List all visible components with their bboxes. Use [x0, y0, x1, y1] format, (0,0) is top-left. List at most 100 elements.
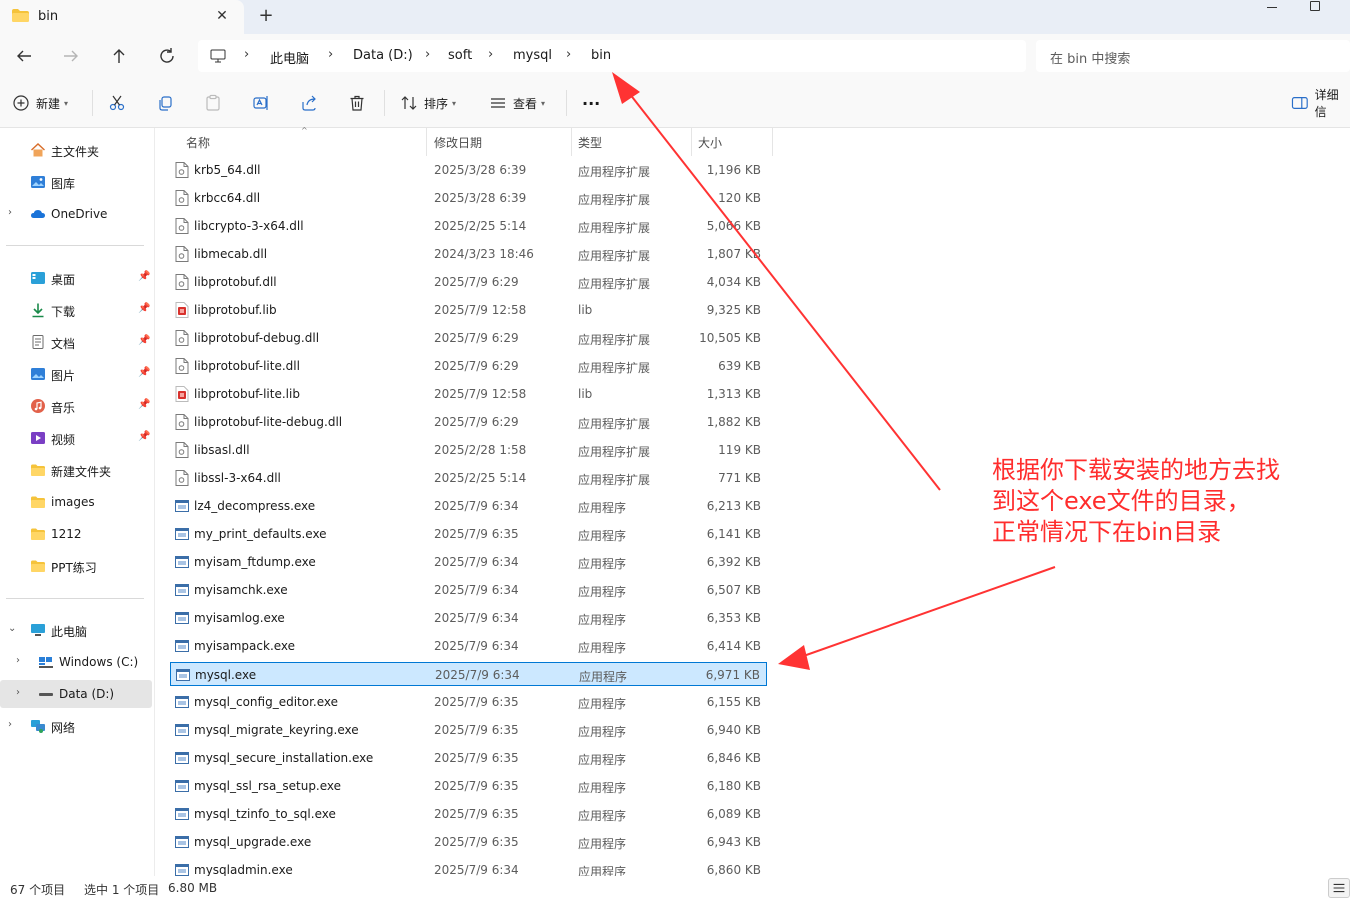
breadcrumb-mysql[interactable]: mysql	[513, 48, 552, 63]
breadcrumb-bin[interactable]: bin	[591, 48, 611, 63]
share-button[interactable]	[300, 92, 318, 114]
item-count: 67 个项目	[10, 883, 66, 897]
file-row[interactable]: libprotobuf.lib 2025/7/9 12:58 lib 9,325 KB	[170, 298, 767, 322]
file-row[interactable]: libmecab.dll 2024/3/23 18:46 应用程序扩展 1,807 K…	[170, 242, 767, 266]
column-separator[interactable]	[772, 128, 773, 156]
file-size: 6,943 KB	[706, 835, 761, 849]
column-separator[interactable]	[571, 128, 572, 156]
file-date: 2025/7/9 6:34	[434, 639, 519, 653]
file-row[interactable]: mysql_secure_installation.exe 2025/7/9 6:…	[170, 746, 767, 770]
sidebar-item-videos[interactable]: 视频 📌	[0, 424, 152, 452]
view-button[interactable]: 查看 ▾	[489, 92, 545, 114]
refresh-button[interactable]	[155, 44, 179, 68]
sidebar-item-network[interactable]: › 网络	[0, 712, 152, 740]
file-row[interactable]: krbcc64.dll 2025/3/28 6:39 应用程序扩展 120 KB	[170, 186, 767, 210]
delete-button[interactable]	[348, 92, 366, 114]
sidebar-item-new-folder[interactable]: 新建文件夹	[0, 456, 152, 484]
new-tab-button[interactable]: +	[256, 6, 276, 26]
file-row[interactable]: libsasl.dll 2025/2/28 1:58 应用程序扩展 119 KB	[170, 438, 767, 462]
sidebar-item-images[interactable]: images	[0, 488, 152, 516]
file-row[interactable]: mysql.exe 2025/7/9 6:34 应用程序 6,971 KB	[170, 662, 767, 686]
minimize-button[interactable]	[1262, 0, 1282, 14]
breadcrumb-soft[interactable]: soft	[448, 48, 472, 63]
up-button[interactable]	[107, 44, 131, 68]
file-row[interactable]: krb5_64.dll 2025/3/28 6:39 应用程序扩展 1,196 KB	[170, 158, 767, 182]
details-pane-button[interactable]: 详细信	[1291, 88, 1350, 119]
column-separator[interactable]	[691, 128, 692, 156]
copy-button[interactable]	[156, 92, 174, 114]
tab-title: bin	[38, 9, 59, 24]
sidebar-item-documents[interactable]: 文档 📌	[0, 328, 152, 356]
search-box[interactable]: 在 bin 中搜索	[1036, 40, 1350, 72]
file-row[interactable]: my_print_defaults.exe 2025/7/9 6:35 应用程序 6,…	[170, 522, 767, 546]
column-header-type[interactable]: 类型	[578, 134, 602, 151]
chevron-right-icon[interactable]: ›	[16, 655, 26, 666]
file-row[interactable]: libprotobuf-lite.dll 2025/7/9 6:29 应用程序扩展 6…	[170, 354, 767, 378]
more-button[interactable]: ···	[582, 92, 600, 114]
search-input[interactable]: 在 bin 中搜索	[1050, 48, 1130, 67]
sidebar-item-home[interactable]: 主文件夹	[0, 136, 152, 164]
paste-button[interactable]	[204, 92, 222, 114]
cut-button[interactable]	[108, 92, 126, 114]
chevron-right-icon[interactable]: ›	[8, 207, 18, 218]
forward-button[interactable]	[59, 44, 83, 68]
file-row[interactable]: myisamchk.exe 2025/7/9 6:34 应用程序 6,507 KB	[170, 578, 767, 602]
file-row[interactable]: myisam_ftdump.exe 2025/7/9 6:34 应用程序 6,392 …	[170, 550, 767, 574]
sidebar-item-1212[interactable]: 1212	[0, 520, 152, 548]
sort-button[interactable]: 排序 ▾	[400, 92, 456, 114]
file-row[interactable]: mysql_upgrade.exe 2025/7/9 6:35 应用程序 6,943 …	[170, 830, 767, 854]
sidebar-item-this-pc[interactable]: ⌄ 此电脑	[0, 616, 152, 644]
chevron-right-icon[interactable]: ›	[8, 719, 18, 730]
sidebar-item-gallery[interactable]: 图库	[0, 168, 152, 196]
chevron-right-icon[interactable]: ›	[16, 687, 26, 698]
file-row[interactable]: mysql_config_editor.exe 2025/7/9 6:35 应用程序…	[170, 690, 767, 714]
tab-close-button[interactable]: ✕	[212, 6, 232, 26]
file-row[interactable]: libprotobuf-debug.dll 2025/7/9 6:29 应用程序扩展…	[170, 326, 767, 350]
breadcrumb-data-d[interactable]: Data (D:)	[353, 48, 413, 63]
sidebar-item-pictures[interactable]: 图片 📌	[0, 360, 152, 388]
details-label: 详细信	[1314, 88, 1339, 119]
details-view-toggle[interactable]	[1328, 878, 1350, 898]
lib-file-icon	[175, 386, 189, 402]
file-row[interactable]: myisampack.exe 2025/7/9 6:34 应用程序 6,414 KB	[170, 634, 767, 658]
file-row[interactable]: libprotobuf-lite-debug.dll 2025/7/9 6:29 应…	[170, 410, 767, 434]
sidebar-item-label: 新建文件夹	[51, 465, 112, 479]
column-header-name[interactable]: 名称	[186, 134, 210, 151]
file-row[interactable]: mysql_ssl_rsa_setup.exe 2025/7/9 6:35 应用程序…	[170, 774, 767, 798]
pin-icon: 📌	[138, 431, 151, 442]
column-header-size[interactable]: 大小	[698, 134, 722, 151]
chevron-down-icon[interactable]: ⌄	[8, 623, 18, 634]
file-row[interactable]: libprotobuf-lite.lib 2025/7/9 12:58 lib 1,3…	[170, 382, 767, 406]
file-row[interactable]: mysql_tzinfo_to_sql.exe 2025/7/9 6:35 应用程序…	[170, 802, 767, 826]
sidebar-item-desktop[interactable]: 桌面 📌	[0, 264, 152, 292]
column-header-date[interactable]: 修改日期	[434, 134, 482, 151]
breadcrumb-this-pc[interactable]: 此电脑	[270, 48, 309, 67]
file-row[interactable]: libcrypto-3-x64.dll 2025/2/25 5:14 应用程序扩展 5…	[170, 214, 767, 238]
sidebar-item-ppt[interactable]: PPT练习	[0, 552, 152, 580]
sidebar-item-data-d[interactable]: › Data (D:)	[0, 680, 152, 708]
dll-file-icon	[175, 358, 189, 374]
exe-file-icon	[175, 612, 189, 624]
sidebar-item-windows-c[interactable]: › Windows (C:)	[0, 648, 152, 676]
sidebar-item-downloads[interactable]: 下载 📌	[0, 296, 152, 324]
file-date: 2025/7/9 12:58	[434, 387, 527, 401]
file-size: 119 KB	[718, 443, 761, 457]
maximize-button[interactable]	[1310, 1, 1320, 11]
file-row[interactable]: myisamlog.exe 2025/7/9 6:34 应用程序 6,353 KB	[170, 606, 767, 630]
file-name: libmecab.dll	[194, 247, 268, 261]
rename-button[interactable]	[252, 92, 270, 114]
sidebar-item-onedrive[interactable]: › OneDrive	[0, 200, 152, 228]
dll-file-icon	[175, 218, 189, 234]
address-bar[interactable]: › 此电脑 › Data (D:) › soft › mysql › bin	[198, 40, 1026, 72]
file-row[interactable]: libprotobuf.dll 2025/7/9 6:29 应用程序扩展 4,034 …	[170, 270, 767, 294]
file-type: 应用程序扩展	[578, 277, 651, 291]
file-row[interactable]: libssl-3-x64.dll 2025/2/25 5:14 应用程序扩展 771 …	[170, 466, 767, 490]
new-button[interactable]: 新建 ▾	[12, 92, 68, 114]
back-button[interactable]	[12, 44, 36, 68]
tab-bin[interactable]: bin ✕	[0, 0, 244, 34]
column-separator[interactable]	[426, 128, 427, 156]
file-row[interactable]: lz4_decompress.exe 2025/7/9 6:34 应用程序 6,213…	[170, 494, 767, 518]
sidebar-item-music[interactable]: 音乐 📌	[0, 392, 152, 420]
selection-count: 选中 1 个项目	[84, 883, 160, 897]
file-row[interactable]: mysql_migrate_keyring.exe 2025/7/9 6:35 应用…	[170, 718, 767, 742]
